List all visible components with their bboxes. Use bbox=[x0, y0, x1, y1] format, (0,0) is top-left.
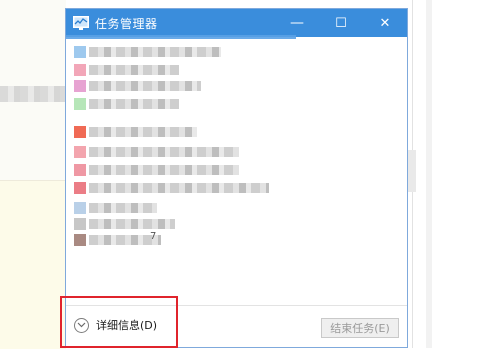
process-icon bbox=[74, 164, 86, 176]
process-name-redacted bbox=[89, 99, 179, 109]
background-panel bbox=[0, 180, 66, 349]
process-row[interactable] bbox=[74, 233, 161, 247]
process-name-redacted bbox=[89, 219, 175, 229]
process-name-redacted bbox=[89, 127, 197, 137]
process-row[interactable] bbox=[74, 125, 197, 139]
process-icon bbox=[74, 98, 86, 110]
process-name-redacted bbox=[89, 147, 239, 157]
process-row[interactable] bbox=[74, 97, 179, 111]
process-icon bbox=[74, 64, 86, 76]
process-name-redacted bbox=[89, 183, 269, 193]
process-icon bbox=[74, 202, 86, 214]
process-row[interactable] bbox=[74, 201, 157, 215]
close-button[interactable]: ✕ bbox=[363, 9, 407, 37]
background-window-left bbox=[0, 0, 66, 349]
process-name-partial: 7 bbox=[150, 231, 157, 242]
scrollbar-track bbox=[426, 0, 432, 348]
minimize-icon: — bbox=[290, 15, 304, 31]
process-row[interactable] bbox=[74, 45, 221, 59]
maximize-button[interactable]: ☐ bbox=[319, 9, 363, 37]
process-row[interactable] bbox=[74, 217, 175, 231]
maximize-icon: ☐ bbox=[335, 15, 347, 31]
end-task-button[interactable]: 结束任务(E) bbox=[321, 318, 399, 338]
process-icon bbox=[74, 182, 86, 194]
blurred-text bbox=[0, 86, 66, 102]
process-icon bbox=[74, 218, 86, 230]
process-name-redacted bbox=[89, 65, 179, 75]
process-name-redacted bbox=[89, 81, 201, 91]
process-icon bbox=[74, 146, 86, 158]
title-progress-strip bbox=[66, 35, 296, 39]
process-name-redacted bbox=[89, 47, 221, 57]
process-row[interactable] bbox=[74, 145, 239, 159]
minimize-button[interactable]: — bbox=[275, 9, 319, 37]
process-row[interactable] bbox=[74, 181, 269, 195]
process-row[interactable] bbox=[74, 63, 179, 77]
close-icon: ✕ bbox=[379, 15, 391, 31]
title-bar[interactable]: 任务管理器 — ☐ ✕ bbox=[66, 9, 407, 37]
process-name-redacted bbox=[89, 203, 157, 213]
process-icon bbox=[74, 234, 86, 246]
process-icon bbox=[74, 126, 86, 138]
process-list bbox=[74, 41, 394, 251]
process-row[interactable] bbox=[74, 79, 201, 93]
window-title: 任务管理器 bbox=[95, 16, 158, 31]
task-manager-icon bbox=[73, 16, 89, 30]
process-icon bbox=[74, 80, 86, 92]
process-name-redacted bbox=[89, 165, 239, 175]
process-row[interactable] bbox=[74, 163, 239, 177]
highlight-annotation bbox=[60, 296, 178, 348]
process-icon bbox=[74, 46, 86, 58]
background-window-right bbox=[402, 0, 500, 348]
